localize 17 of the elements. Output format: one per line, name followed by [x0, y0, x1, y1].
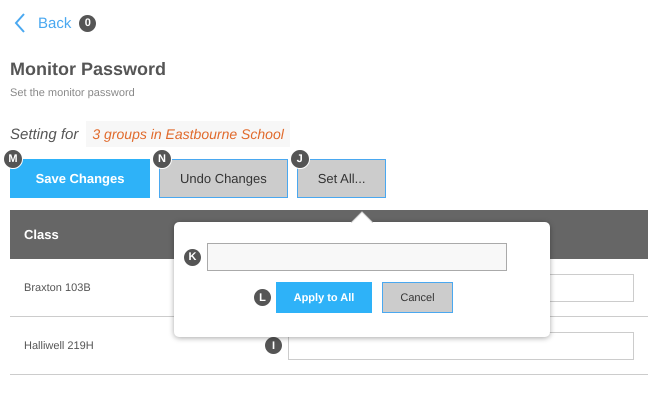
- setting-target: 3 groups in Eastbourne School: [86, 121, 290, 147]
- setting-label: Setting for: [10, 126, 78, 142]
- page-title: Monitor Password: [10, 59, 168, 80]
- password-field[interactable]: [207, 243, 507, 271]
- hint-badge: I: [265, 337, 282, 354]
- page-subtitle: Set the monitor password: [10, 87, 136, 99]
- hint-badge: K: [184, 248, 201, 266]
- popover-button[interactable]: Cancel: [382, 282, 453, 313]
- table-cell-text: Braxton 103B: [24, 282, 92, 294]
- column-header: Class: [24, 227, 59, 242]
- hint-badge: L: [254, 289, 271, 306]
- hint-badge: J: [290, 149, 310, 169]
- hint-badge: N: [152, 149, 172, 169]
- table-cell-text: Halliwell 219H: [24, 340, 95, 352]
- chevron-left-icon: [14, 13, 26, 33]
- hint-badge: 0: [79, 14, 96, 32]
- hint-badge: M: [3, 149, 23, 169]
